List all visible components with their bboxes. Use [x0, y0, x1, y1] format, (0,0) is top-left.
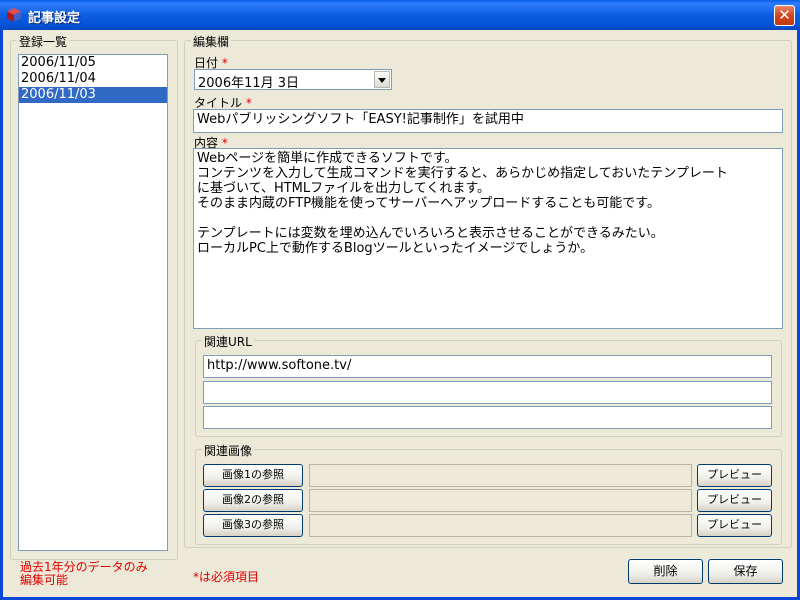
preview-image-3-button[interactable]: プレビュー [697, 514, 772, 537]
image-path-1 [309, 464, 692, 487]
image-path-3 [309, 514, 692, 537]
url-input-2[interactable] [203, 381, 772, 404]
url-input-1[interactable]: http://www.softone.tv/ [203, 355, 772, 378]
edit-limit-note-line2: 編集可能 [20, 573, 69, 587]
edit-group-label: 編集欄 [191, 33, 232, 50]
close-button[interactable]: ✕ [774, 5, 795, 26]
chevron-down-icon[interactable] [374, 71, 390, 88]
list-item-selected[interactable]: 2006/11/03 [19, 87, 167, 103]
edit-limit-note: 過去1年分のデータのみ 編集可能 [20, 561, 148, 587]
delete-button[interactable]: 削除 [628, 559, 703, 584]
save-button[interactable]: 保存 [708, 559, 783, 584]
browse-image-2-button[interactable]: 画像2の参照 [203, 489, 303, 512]
entry-list[interactable]: 2006/11/05 2006/11/04 2006/11/03 [18, 54, 168, 551]
image-path-2 [309, 489, 692, 512]
related-images-label: 関連画像 [202, 442, 255, 459]
content-textarea[interactable]: Webページを簡単に作成できるソフトです。 コンテンツを入力して生成コマンドを実… [193, 148, 783, 329]
date-value: 2006年11月 3日 [198, 76, 300, 91]
app-cube-icon [7, 8, 21, 22]
browse-image-1-button[interactable]: 画像1の参照 [203, 464, 303, 487]
required-note: *は必須項目 [193, 570, 260, 584]
preview-image-2-button[interactable]: プレビュー [697, 489, 772, 512]
title-bar[interactable]: 記事設定 ✕ [0, 0, 800, 30]
list-group-label: 登録一覧 [17, 33, 70, 50]
title-input[interactable]: Webパブリッシングソフト「EASY!記事制作」を試用中 [193, 109, 783, 133]
preview-image-1-button[interactable]: プレビュー [697, 464, 772, 487]
list-item[interactable]: 2006/11/05 [19, 55, 167, 71]
url-input-3[interactable] [203, 406, 772, 429]
date-select[interactable]: 2006年11月 3日 [194, 69, 392, 91]
browse-image-3-button[interactable]: 画像3の参照 [203, 514, 303, 537]
related-url-label: 関連URL [202, 333, 254, 350]
list-item[interactable]: 2006/11/04 [19, 71, 167, 87]
window-title: 記事設定 [28, 11, 81, 26]
